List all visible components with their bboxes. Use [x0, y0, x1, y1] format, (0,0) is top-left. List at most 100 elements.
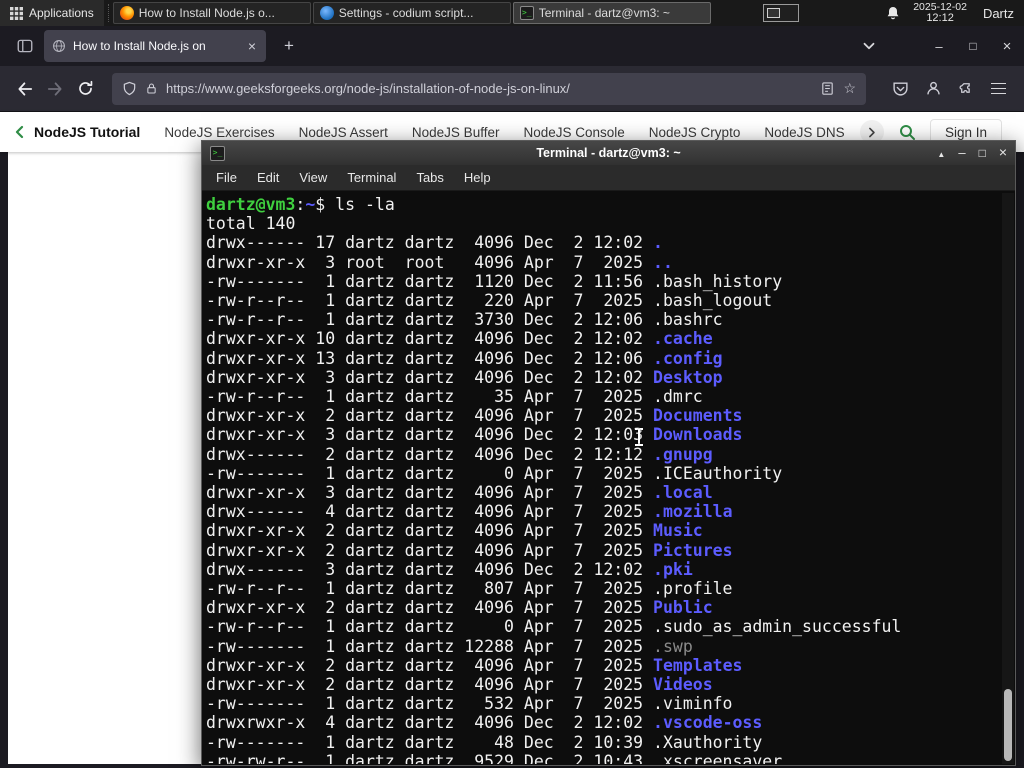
terminal-scrollbar[interactable]	[1002, 193, 1014, 764]
terminal-line: drwxr-xr-x 13 dartz dartz 4096 Dec 2 12:…	[206, 348, 723, 368]
taskbar-button[interactable]: Terminal - dartz@vm3: ~	[512, 2, 711, 24]
applications-menu[interactable]: Applications	[0, 0, 104, 26]
terminal-menu-file[interactable]: File	[206, 167, 247, 188]
terminal-window-controls	[937, 144, 1007, 162]
bookmark-star-icon[interactable]	[843, 80, 856, 97]
terminal-window: Terminal - dartz@vm3: ~ FileEditViewTerm…	[201, 140, 1016, 766]
terminal-line: dartz@vm3:~$ ls -la	[206, 195, 395, 214]
terminal-line: drwxr-xr-x 2 dartz dartz 4096 Apr 7 2025…	[206, 675, 713, 695]
window-minimize-button[interactable]	[922, 26, 956, 66]
taskbar: How to Install Node.js o... Settings - co…	[112, 0, 711, 26]
terminal-titlebar[interactable]: Terminal - dartz@vm3: ~	[202, 141, 1015, 165]
user-menu[interactable]: Dartz	[979, 6, 1018, 21]
reader-view-icon[interactable]	[820, 81, 835, 96]
terminal-line: -rw------- 1 dartz dartz 532 Apr 7 2025 …	[206, 694, 733, 714]
panel-status-area: 2025-12-02 12:12 Dartz	[885, 2, 1024, 24]
clock-time: 12:12	[926, 12, 954, 24]
workspace-switcher[interactable]	[762, 4, 799, 22]
terminal-icon	[210, 145, 225, 161]
terminal-shade-button[interactable]	[937, 144, 945, 162]
terminal-line: drwxr-xr-x 3 dartz dartz 4096 Dec 2 12:0…	[206, 367, 723, 387]
terminal-menu-tabs[interactable]: Tabs	[406, 167, 453, 188]
browser-tab[interactable]: How to Install Node.js on	[44, 30, 266, 62]
forward-button[interactable]	[40, 74, 70, 104]
new-tab-button[interactable]	[276, 36, 302, 56]
menu-icon[interactable]	[991, 82, 1006, 95]
terminal-title: Terminal - dartz@vm3: ~	[536, 146, 681, 160]
taskbar-button-label: How to Install Node.js o...	[138, 6, 275, 20]
tab-close-icon[interactable]	[246, 38, 258, 54]
window-maximize-button[interactable]	[956, 26, 990, 66]
settings-icon	[319, 6, 334, 20]
terminal-line: drwxr-xr-x 2 dartz dartz 4096 Apr 7 2025…	[206, 521, 703, 541]
terminal-line: -rw------- 1 dartz dartz 48 Dec 2 10:39 …	[206, 732, 763, 752]
terminal-line: drwx------ 17 dartz dartz 4096 Dec 2 12:…	[206, 233, 663, 253]
applications-label: Applications	[29, 6, 94, 20]
terminal-close-button[interactable]	[999, 144, 1007, 162]
terminal-line: -rw-r--r-- 1 dartz dartz 35 Apr 7 2025 .…	[206, 387, 703, 407]
terminal-line: drwxr-xr-x 2 dartz dartz 4096 Apr 7 2025…	[206, 406, 743, 426]
notification-bell-icon[interactable]	[885, 5, 901, 21]
url-bar[interactable]: https://www.geeksforgeeks.org/node-js/in…	[112, 72, 866, 105]
taskbar-button-label: Settings - codium script...	[338, 6, 474, 20]
terminal-icon	[519, 6, 534, 20]
gfg-nav-item[interactable]: NodeJS Tutorial	[34, 124, 140, 140]
clock[interactable]: 2025-12-02 12:12	[913, 2, 967, 24]
taskbar-button-label: Terminal - dartz@vm3: ~	[538, 6, 670, 20]
toolbar-right-icons	[878, 80, 1014, 97]
terminal-line: drwxr-xr-x 2 dartz dartz 4096 Apr 7 2025…	[206, 655, 743, 675]
panel-separator	[107, 4, 109, 22]
browser-tab-bar: How to Install Node.js on	[0, 26, 1024, 66]
workspace-window-thumbnail	[766, 8, 780, 18]
taskbar-button[interactable]: Settings - codium script...	[312, 2, 511, 24]
reload-button[interactable]	[70, 74, 100, 104]
terminal-line: -rw-r--r-- 1 dartz dartz 3730 Dec 2 12:0…	[206, 310, 723, 330]
back-button[interactable]	[10, 74, 40, 104]
account-icon[interactable]	[925, 80, 942, 97]
terminal-line: drwxr-xr-x 3 dartz dartz 4096 Dec 2 12:0…	[206, 425, 743, 445]
gfg-nav-item[interactable]: NodeJS Console	[523, 125, 624, 140]
terminal-menubar: File Edit View Terminal Tabs Help	[202, 165, 1015, 191]
gfg-nav-item[interactable]: NodeJS Assert	[299, 125, 388, 140]
extensions-icon[interactable]	[958, 80, 975, 97]
terminal-line: drwxrwxr-x 4 dartz dartz 4096 Dec 2 12:0…	[206, 713, 763, 733]
globe-favicon-icon	[53, 40, 65, 52]
pocket-icon[interactable]	[892, 80, 909, 97]
terminal-line: drwxr-xr-x 3 dartz dartz 4096 Apr 7 2025…	[206, 483, 713, 503]
terminal-line: -rw------- 1 dartz dartz 0 Apr 7 2025 .I…	[206, 463, 783, 483]
nav-back-chevron-icon[interactable]	[12, 124, 28, 140]
gfg-nav-item[interactable]: NodeJS Buffer	[412, 125, 500, 140]
terminal-line: -rw-r--r-- 1 dartz dartz 220 Apr 7 2025 …	[206, 291, 773, 311]
gfg-nav-item[interactable]: NodeJS Exercises	[164, 125, 274, 140]
terminal-menu-edit[interactable]: Edit	[247, 167, 289, 188]
terminal-line: -rw-r--r-- 1 dartz dartz 0 Apr 7 2025 .s…	[206, 617, 902, 637]
gfg-nav-item[interactable]: NodeJS Crypto	[649, 125, 741, 140]
gfg-nav-item[interactable]: NodeJS DNS	[764, 125, 844, 140]
tracking-shield-icon[interactable]	[122, 81, 137, 96]
list-all-tabs-chevron-icon[interactable]	[860, 37, 878, 55]
terminal-minimize-button[interactable]	[958, 144, 965, 162]
terminal-menu-terminal[interactable]: Terminal	[337, 167, 406, 188]
terminal-line: drwxr-xr-x 10 dartz dartz 4096 Dec 2 12:…	[206, 329, 713, 349]
terminal-line: -rw-r--r-- 1 dartz dartz 807 Apr 7 2025 …	[206, 579, 733, 599]
terminal-maximize-button[interactable]	[979, 144, 986, 162]
terminal-line: drwx------ 3 dartz dartz 4096 Dec 2 12:0…	[206, 559, 693, 579]
terminal-output[interactable]: dartz@vm3:~$ ls -la total 140 drwx------ 1…	[203, 192, 1014, 764]
url-text[interactable]: https://www.geeksforgeeks.org/node-js/in…	[166, 81, 812, 96]
top-panel: Applications How to Install Node.js o...…	[0, 0, 1024, 26]
window-close-button[interactable]	[990, 26, 1024, 66]
terminal-line: -rw------- 1 dartz dartz 12288 Apr 7 202…	[206, 636, 693, 656]
terminal-menu-help[interactable]: Help	[454, 167, 501, 188]
terminal-line: drwxr-xr-x 2 dartz dartz 4096 Apr 7 2025…	[206, 540, 733, 560]
terminal-line: drwx------ 2 dartz dartz 4096 Dec 2 12:1…	[206, 444, 713, 464]
terminal-scrollbar-thumb[interactable]	[1004, 689, 1012, 761]
firefox-view-button[interactable]	[16, 37, 34, 55]
desktop: Applications How to Install Node.js o...…	[0, 0, 1024, 768]
terminal-line: drwxr-xr-x 3 root root 4096 Apr 7 2025 .…	[206, 252, 673, 272]
terminal-line: drwxr-xr-x 2 dartz dartz 4096 Apr 7 2025…	[206, 598, 713, 618]
taskbar-button[interactable]: How to Install Node.js o...	[112, 2, 311, 24]
terminal-line: drwx------ 4 dartz dartz 4096 Apr 7 2025…	[206, 502, 733, 522]
lock-icon[interactable]	[145, 82, 158, 95]
terminal-menu-view[interactable]: View	[289, 167, 337, 188]
search-icon[interactable]	[898, 123, 916, 141]
